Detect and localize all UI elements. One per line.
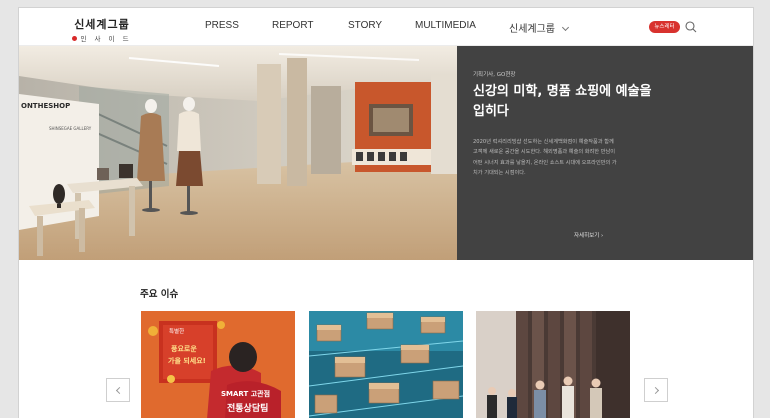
nav-press[interactable]: PRESS [205, 20, 239, 34]
card-1-text-1: 특별한 [169, 327, 184, 335]
search-icon [685, 21, 697, 33]
chevron-down-icon [561, 23, 570, 32]
nav-report[interactable]: REPORT [272, 20, 314, 34]
logo-dot-icon [72, 35, 78, 41]
section-title: 주요 이슈 [140, 289, 179, 300]
page-frame: 신세계그룹 인 사 이 드 PRESS REPORT STORY MULTIME… [18, 7, 754, 418]
card-2-image [309, 311, 463, 418]
search-button[interactable] [683, 19, 699, 35]
hero-title[interactable]: 신강의 미학, 명품 쇼핑에 예술을 입히다 [473, 82, 653, 122]
card-1-text-5: 전통상담팀 [227, 402, 268, 414]
issue-card-2[interactable] [309, 311, 463, 418]
nav-group-dropdown[interactable]: 신세계그룹 [509, 20, 570, 35]
carousel-prev-button[interactable] [106, 378, 130, 402]
hero-category: 기획기사, GO현장 [473, 72, 516, 78]
card-1-image: 특별한 풍요로운 가을 되세요! SMART 고관점 전통상담팀 [141, 311, 295, 418]
newsletter-badge[interactable]: 뉴스레터 [649, 21, 680, 33]
hero-banner[interactable]: ONTHESHOP SHINSEGAE GALLERY 기획기사, GO현장 신… [19, 46, 753, 260]
issue-card-1[interactable]: 특별한 풍요로운 가을 되세요! SMART 고관점 전통상담팀 [141, 311, 295, 418]
issue-card-3[interactable] [476, 311, 630, 418]
store-sign-sub: SHINSEGAE GALLERY [49, 126, 92, 131]
header: 신세계그룹 인 사 이 드 PRESS REPORT STORY MULTIME… [19, 8, 753, 46]
nav-story[interactable]: STORY [348, 20, 382, 34]
logo[interactable]: 신세계그룹 인 사 이 드 [67, 16, 137, 43]
chevron-right-icon [651, 386, 660, 395]
card-1-text-2: 풍요로운 [171, 344, 197, 353]
logo-sub: 인 사 이 드 [67, 33, 137, 43]
hero-description: 2020년 럭셔리리빙샵 선도하는 신세계백화점이 예술작품과 함께 고객께 새… [473, 139, 617, 177]
card-3-image [476, 311, 630, 418]
store-sign-text: ONTHESHOP [21, 102, 70, 110]
chevron-left-icon [115, 386, 124, 395]
nav-group-label: 신세계그룹 [509, 24, 555, 35]
logo-main: 신세계그룹 [74, 18, 130, 31]
hero-text-panel: 기획기사, GO현장 신강의 미학, 명품 쇼핑에 예술을 입히다 2020년 … [457, 46, 753, 260]
card-1-text-4: SMART 고관점 [221, 389, 270, 398]
read-more-link[interactable]: 자세히보기 › [574, 231, 603, 239]
logo-sub-text: 인 사 이 드 [80, 35, 132, 43]
nav-multimedia[interactable]: MULTIMEDIA [415, 20, 476, 34]
hero-photo: ONTHESHOP SHINSEGAE GALLERY [19, 46, 457, 260]
store-interior-image: ONTHESHOP SHINSEGAE GALLERY [19, 46, 457, 260]
carousel-next-button[interactable] [644, 378, 668, 402]
card-1-text-3: 가을 되세요! [168, 356, 206, 365]
